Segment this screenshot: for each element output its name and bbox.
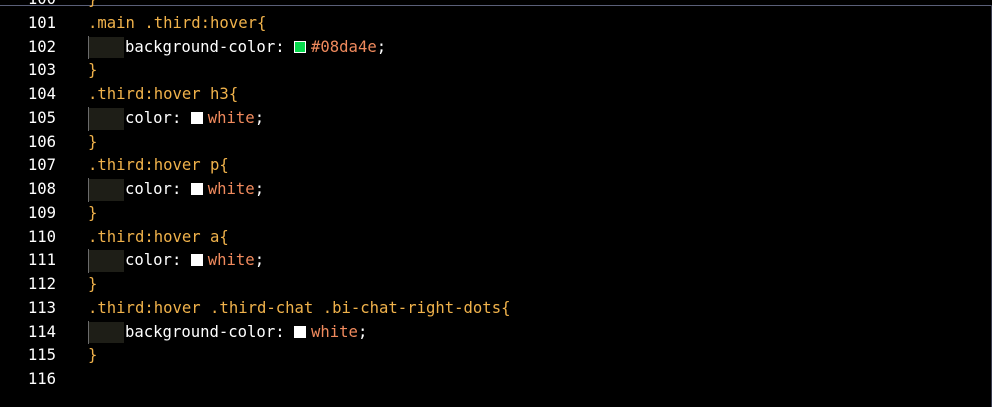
css-declaration: color: white;	[125, 107, 264, 131]
semicolon: ;	[254, 251, 265, 270]
color-swatch-icon[interactable]	[294, 325, 306, 338]
line-number: 105	[27, 108, 56, 127]
code-line[interactable]: 107 .third:hover p{	[0, 154, 992, 178]
code-line[interactable]: 110 .third:hover a{	[0, 226, 992, 250]
line-number: 111	[27, 251, 56, 270]
css-selector: .main .third:hover{	[88, 13, 267, 32]
color-swatch-icon[interactable]	[190, 111, 203, 124]
semicolon: ;	[254, 180, 265, 198]
code-line[interactable]: 116	[0, 368, 992, 392]
css-selector: .third:hover a{	[88, 227, 229, 246]
css-property: background-color:	[125, 322, 285, 341]
css-property: color:	[125, 251, 182, 270]
css-declaration: color: white;	[125, 178, 264, 202]
code-line[interactable]: 108 color: white;	[0, 178, 992, 202]
css-declaration: background-color: #08da4e;	[125, 36, 386, 60]
semicolon: ;	[254, 108, 265, 127]
css-selector: .third:hover p{	[88, 156, 229, 175]
code-line[interactable]: 104 .third:hover h3{	[0, 83, 992, 107]
line-number: 110	[27, 227, 56, 246]
line-number: 113	[27, 298, 56, 317]
css-value: white	[207, 180, 255, 198]
code-line[interactable]: 111 color: white;	[0, 249, 992, 273]
semicolon: ;	[376, 37, 387, 56]
line-number: 114	[27, 322, 56, 341]
line-number: 104	[27, 85, 56, 103]
code-line[interactable]: 103}	[0, 59, 992, 83]
line-number: 108	[27, 180, 56, 198]
css-property: background-color:	[125, 37, 285, 56]
line-number: 101	[27, 13, 56, 32]
line-number: 112	[27, 275, 56, 293]
css-property: color:	[125, 180, 182, 198]
line-number: 109	[27, 203, 56, 222]
code-line[interactable]: 115}	[0, 344, 992, 368]
css-value: white	[207, 108, 255, 127]
color-swatch-icon[interactable]	[190, 183, 203, 195]
line-number: 116	[27, 370, 56, 388]
css-selector: .third:hover h3{	[88, 85, 239, 103]
code-line[interactable]: 106}	[0, 131, 992, 155]
line-number: 107	[27, 156, 56, 175]
css-selector: .third:hover .third-chat .bi-chat-right-…	[88, 298, 511, 317]
closing-brace: }	[88, 0, 97, 12]
indent-highlight	[89, 36, 124, 59]
closing-brace: }	[88, 61, 98, 80]
code-editor[interactable]: 100}101.main .third:hover{102background-…	[0, 0, 992, 407]
color-swatch-icon[interactable]	[190, 254, 203, 267]
css-value: white	[207, 251, 255, 270]
code-line[interactable]: 114 background-color: white;	[0, 320, 992, 345]
code-line[interactable]: 100}	[0, 0, 992, 12]
css-value: white	[311, 322, 358, 341]
closing-brace: }	[88, 203, 98, 222]
css-declaration: background-color: white;	[125, 321, 367, 345]
closing-brace: }	[88, 346, 98, 365]
line-number: 106	[27, 132, 56, 151]
indent-highlight	[89, 250, 124, 272]
closing-brace: }	[88, 132, 98, 151]
code-lines: 100}101.main .third:hover{102background-…	[0, 0, 992, 392]
code-line[interactable]: 102 background-color: #08da4e;	[0, 35, 992, 60]
code-line[interactable]: 105 color: white;	[0, 106, 992, 131]
css-property: color:	[125, 108, 182, 127]
closing-brace: }	[88, 275, 98, 293]
line-number: 100	[0, 0, 56, 12]
indent-highlight	[89, 321, 124, 344]
code-line[interactable]: 112}	[0, 273, 992, 297]
code-line[interactable]: 109}	[0, 202, 992, 226]
indent-highlight	[89, 179, 124, 201]
color-swatch-icon[interactable]	[294, 40, 306, 53]
line-number: 102	[27, 37, 56, 56]
css-value: #08da4e	[311, 37, 377, 56]
code-line[interactable]: 113 .third:hover .third-chat .bi-chat-rig…	[0, 297, 992, 321]
semicolon: ;	[357, 322, 368, 341]
line-number: 103	[27, 61, 56, 80]
code-line[interactable]: 101 .main .third:hover{	[0, 12, 992, 36]
line-number: 115	[27, 346, 56, 365]
css-declaration: color: white;	[125, 249, 264, 273]
indent-highlight	[89, 107, 124, 130]
